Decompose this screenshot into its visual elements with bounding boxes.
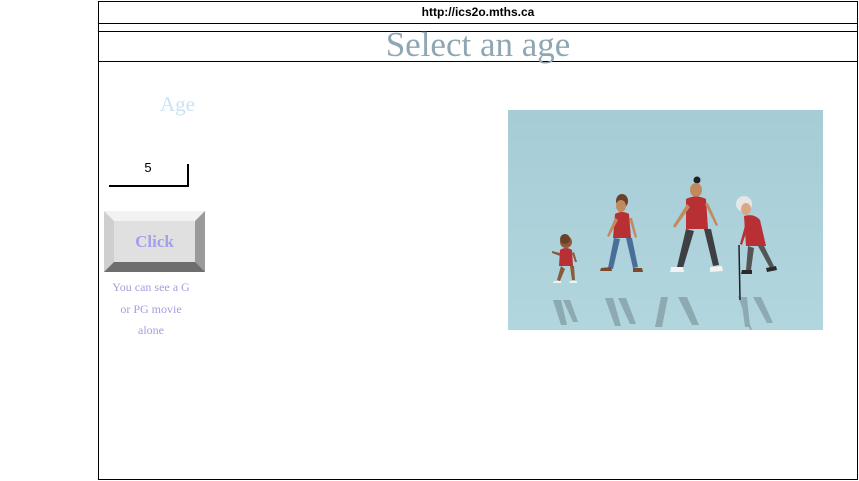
family-walking-image — [508, 110, 823, 330]
page-title: Select an age — [385, 25, 571, 64]
result-text: You can see a G or PG movie alone — [112, 280, 190, 337]
age-input[interactable] — [109, 150, 189, 187]
age-label: Age — [160, 92, 195, 116]
page-frame: http://ics2o.mths.ca Select an age Age C… — [98, 1, 858, 480]
age-input-cap — [187, 150, 189, 164]
url-bar: http://ics2o.mths.ca — [99, 2, 857, 24]
click-button[interactable]: Click — [104, 211, 205, 272]
